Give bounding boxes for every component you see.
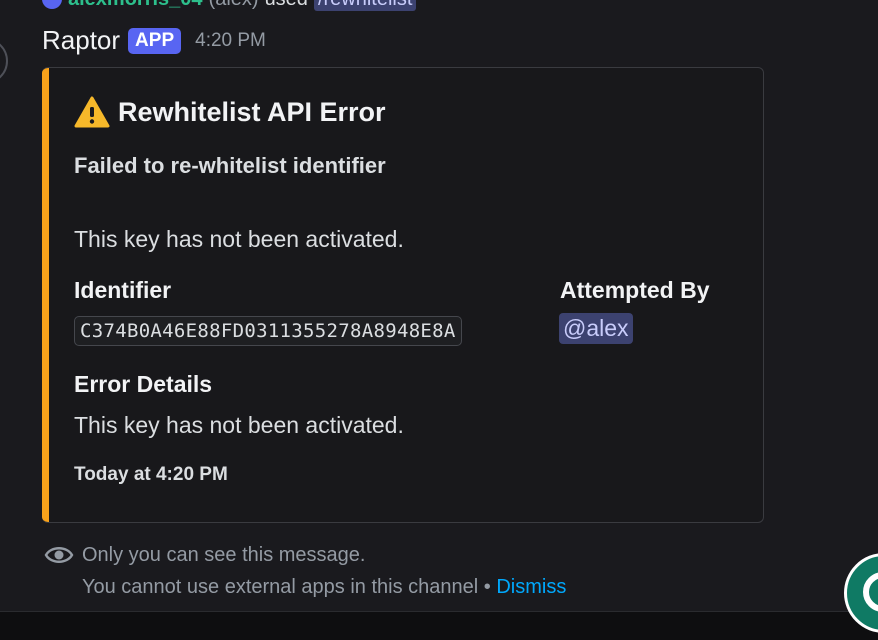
reply-context[interactable]: alexmorris_04 (alex) used /rewhitelist [42, 0, 417, 11]
embed-subtitle: Failed to re-whitelist identifier [74, 153, 386, 178]
user-mention[interactable]: @alex [559, 313, 633, 344]
embed-footer: Today at 4:20 PM [74, 464, 228, 485]
reply-avatar [42, 0, 62, 9]
embed-title-text: Rewhitelist API Error [118, 96, 386, 127]
reply-username[interactable]: alexmorris_04 [68, 0, 203, 11]
avatar[interactable] [0, 38, 8, 84]
bottom-bar [0, 611, 878, 640]
embed-accent-bar [42, 68, 49, 522]
field-identifier-name: Identifier [74, 277, 172, 303]
chat-view: alexmorris_04 (alex) used /rewhitelist R… [0, 0, 878, 640]
reply-verb: used [265, 0, 308, 11]
ephemeral-notice: Only you can see this message. You canno… [44, 543, 566, 599]
warning-icon [74, 96, 110, 128]
field-error-details-name: Error Details [74, 371, 213, 397]
message-header: Raptor APP 4:20 PM [42, 25, 266, 56]
eye-icon [44, 543, 74, 567]
embed-description: This key has not been activated. [74, 226, 404, 252]
floating-app-icon [863, 572, 878, 612]
field-attempted-by-name: Attempted By [560, 277, 710, 303]
author-name[interactable]: Raptor [42, 25, 120, 56]
dismiss-link[interactable]: Dismiss [496, 576, 566, 598]
field-error-details-value: This key has not been activated. [74, 412, 404, 438]
error-embed: Rewhitelist API Error Failed to re-white… [42, 67, 764, 523]
message-timestamp[interactable]: 4:20 PM [195, 30, 266, 52]
field-identifier-value: C374B0A46E88FD0311355278A8948E8A [74, 316, 462, 346]
ephemeral-line1: Only you can see this message. [82, 543, 366, 566]
app-badge: APP [128, 27, 182, 54]
ephemeral-line2: You cannot use external apps in this cha… [82, 576, 491, 598]
embed-title: Rewhitelist API Error [74, 96, 386, 128]
reply-handle: (alex) [209, 0, 259, 11]
reply-command[interactable]: /rewhitelist [313, 0, 417, 11]
